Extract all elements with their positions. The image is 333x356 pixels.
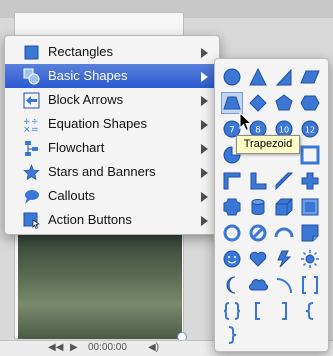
menu-item-block-arrows[interactable]: Block Arrows [5,88,219,112]
left-bracket-shape-icon[interactable] [248,301,268,321]
svg-text:=: = [31,125,39,133]
sun-shape-icon[interactable] [300,249,320,269]
svg-text:7: 7 [229,126,235,136]
submenu-arrow-icon [201,144,208,154]
menu-item-equation-shapes[interactable]: + ÷ × = Equation Shapes [5,112,219,136]
left-brace-shape-icon[interactable] [300,301,320,321]
no-symbol-shape-icon[interactable] [248,223,268,243]
pentagon-shape-icon[interactable] [274,93,294,113]
rectangle-icon [23,44,40,61]
submenu-arrow-icon [201,72,208,82]
submenu-arrow-icon [201,192,208,202]
menu-item-label: Callouts [48,188,95,203]
video-thumbnail[interactable] [18,225,182,339]
right-bracket-shape-icon[interactable] [274,301,294,321]
volume-icon[interactable]: ◀) [148,342,159,353]
rewind-icon[interactable]: ◀◀ [48,342,63,353]
double-brace-shape-icon[interactable] [222,301,242,321]
triangle-shape-icon[interactable] [248,67,268,87]
callouts-icon [23,188,40,205]
menu-item-rectangles[interactable]: Rectangles [5,40,219,64]
menu-item-label: Action Buttons [48,212,132,227]
can-shape-icon[interactable] [248,197,268,217]
submenu-arrow-icon [201,96,208,106]
submenu-arrow-icon [201,120,208,130]
basic-shapes-palette: 7 8 10 12 [214,58,329,352]
cube-shape-icon[interactable] [274,197,294,217]
plaque-shape-icon[interactable] [222,197,242,217]
l-shape-icon[interactable] [248,171,268,191]
heart-shape-icon[interactable] [248,249,268,269]
submenu-arrow-icon [201,216,208,226]
menu-item-label: Block Arrows [48,92,124,107]
submenu-arrow-icon [201,168,208,178]
diagonal-stripe-shape-icon[interactable] [274,171,294,191]
moon-shape-icon[interactable] [222,275,242,295]
svg-text:10: 10 [279,126,289,135]
double-bracket-shape-icon[interactable] [300,275,320,295]
right-brace-shape-icon[interactable] [222,325,242,345]
right-triangle-shape-icon[interactable] [274,67,294,87]
bevel-shape-icon[interactable] [300,197,320,217]
stars-banners-icon [23,164,40,181]
shape-tooltip: Trapezoid [236,135,300,154]
equation-shapes-icon: + ÷ × = [23,116,40,135]
hexagon-shape-icon[interactable] [300,93,320,113]
parallelogram-shape-icon[interactable] [300,67,320,87]
action-buttons-icon [23,212,40,229]
shapes-menu: Rectangles Basic Shapes Block Arrows + ÷ ×… [4,35,220,235]
lightning-bolt-shape-icon[interactable] [274,249,294,269]
smiley-face-shape-icon[interactable] [222,249,242,269]
half-frame-shape-icon[interactable] [222,171,242,191]
block-arrows-icon [23,92,40,109]
menu-item-label: Equation Shapes [48,116,148,131]
block-arc-shape-icon[interactable] [274,223,294,243]
menu-item-label: Flowchart [48,140,105,155]
flowchart-icon [23,140,40,157]
mouse-pointer-icon [239,112,253,132]
plus-shape-icon[interactable] [300,171,320,191]
arc-shape-icon[interactable] [274,275,294,295]
menu-item-label: Stars and Banners [48,164,156,179]
time-display: 00:00:00 [88,342,127,353]
menu-item-basic-shapes[interactable]: Basic Shapes [5,64,219,88]
menu-item-label: Basic Shapes [48,68,128,83]
trapezoid-shape-icon[interactable] [221,92,243,114]
donut-shape-icon[interactable] [222,223,242,243]
menu-item-callouts[interactable]: Callouts [5,184,219,208]
menu-item-flowchart[interactable]: Flowchart [5,136,219,160]
folded-corner-shape-icon[interactable] [300,223,320,243]
menu-item-stars-banners[interactable]: Stars and Banners [5,160,219,184]
submenu-arrow-icon [201,48,208,58]
oval-shape-icon[interactable] [222,67,242,87]
frame-shape-icon[interactable] [300,145,320,165]
dodecagon-shape-icon[interactable]: 12 [300,119,320,139]
menu-item-label: Rectangles [48,44,114,59]
svg-text:8: 8 [255,126,261,136]
basic-shapes-icon [23,68,40,85]
svg-text:×: × [23,125,31,133]
play-icon[interactable]: ▶ [70,342,78,353]
cloud-shape-icon[interactable] [248,275,268,295]
svg-text:12: 12 [305,126,315,135]
diamond-shape-icon[interactable] [248,93,268,113]
menu-item-action-buttons[interactable]: Action Buttons [5,208,219,232]
